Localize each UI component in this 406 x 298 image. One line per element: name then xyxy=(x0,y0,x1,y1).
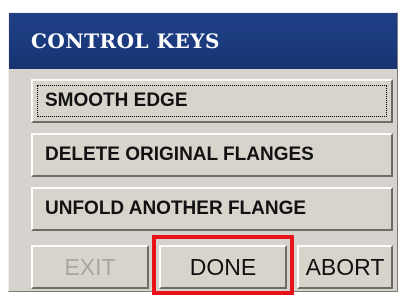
unfold-another-flange-button[interactable]: UNFOLD ANOTHER FLANGE xyxy=(31,187,393,231)
abort-label: ABORT xyxy=(305,254,385,280)
exit-button[interactable]: EXIT xyxy=(31,245,149,289)
smooth-edge-label: SMOOTH EDGE xyxy=(45,90,188,111)
done-label: DONE xyxy=(189,254,257,280)
title-bar: CONTROL KEYS xyxy=(9,13,397,69)
smooth-edge-button[interactable]: SMOOTH EDGE xyxy=(31,79,393,123)
dialog-title: CONTROL KEYS xyxy=(31,29,220,53)
abort-button[interactable]: ABORT xyxy=(297,245,393,289)
unfold-another-flange-label: UNFOLD ANOTHER FLANGE xyxy=(45,198,307,219)
done-button[interactable]: DONE xyxy=(159,245,287,289)
exit-label: EXIT xyxy=(64,254,116,280)
delete-original-flanges-label: DELETE ORIGINAL FLANGES xyxy=(45,144,314,165)
delete-original-flanges-button[interactable]: DELETE ORIGINAL FLANGES xyxy=(31,133,393,177)
control-keys-dialog: CONTROL KEYS SMOOTH EDGE DELETE ORIGINAL… xyxy=(8,12,398,295)
